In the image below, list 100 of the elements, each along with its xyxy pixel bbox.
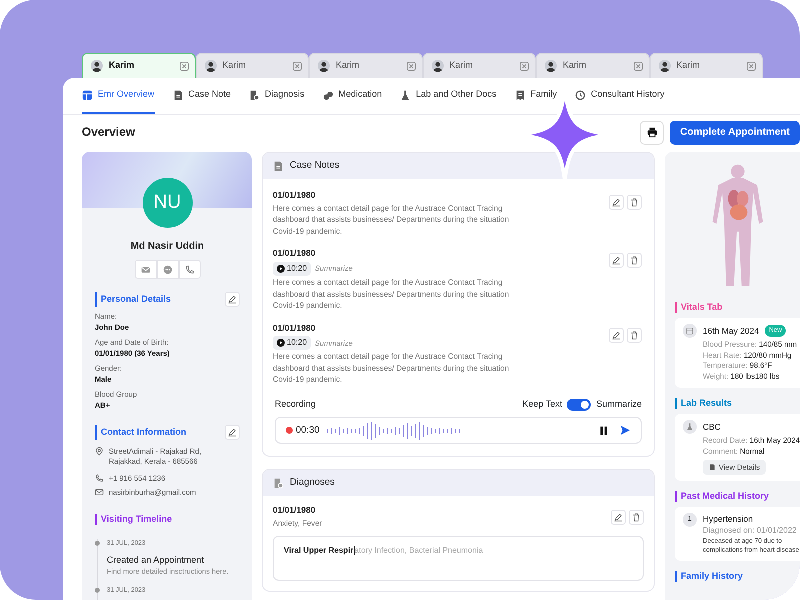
nav-tab[interactable]: Consultant History <box>575 78 665 114</box>
complete-appointment-button[interactable]: Complete Appointment <box>670 120 800 144</box>
section-title: Family History <box>681 570 744 582</box>
delete-button[interactable] <box>629 510 644 526</box>
location-pin-icon <box>95 447 104 456</box>
trash-icon <box>632 513 641 522</box>
edit-button[interactable] <box>611 510 626 526</box>
close-icon <box>180 62 188 70</box>
close-icon <box>406 62 416 70</box>
record-dot-icon <box>286 427 293 434</box>
call-button[interactable] <box>178 260 200 279</box>
delete-button[interactable] <box>627 328 642 342</box>
condition-name: Hypertension <box>703 513 754 526</box>
pencil-icon <box>228 295 237 304</box>
delete-button[interactable] <box>627 253 642 268</box>
edit-button[interactable] <box>609 328 624 342</box>
nav-tab[interactable]: Family <box>514 78 558 114</box>
lab-test-name: CBC <box>703 420 721 434</box>
play-icon <box>277 265 285 273</box>
summarize-label: Summarize <box>596 398 642 411</box>
edit-button[interactable] <box>225 425 240 440</box>
edit-button[interactable] <box>609 253 624 268</box>
trash-icon <box>630 330 639 340</box>
edit-button[interactable] <box>609 195 624 210</box>
document-icon <box>709 464 716 472</box>
card-title: Case Notes <box>290 158 340 173</box>
phone-icon <box>184 264 194 274</box>
avatar-icon <box>432 60 444 72</box>
nav-tab[interactable]: Emr Overview <box>82 78 155 114</box>
browser-tab[interactable]: Karim <box>196 53 309 78</box>
close-icon <box>520 62 529 70</box>
diagnosis-input[interactable]: Viral Upper Respiratory Infection, Bacterial Pneumonia <box>273 536 644 580</box>
browser-tab[interactable]: Karim <box>309 53 422 78</box>
clipboard-icon <box>273 478 284 489</box>
pencil-icon <box>612 256 621 266</box>
vitals-date: 16th May 2024 <box>703 324 760 338</box>
avatar-icon <box>91 60 103 72</box>
pills-icon <box>322 90 334 100</box>
audio-chip[interactable]: 10:20 <box>273 336 312 350</box>
section-title: Vitals Tab <box>681 302 724 313</box>
timeline-dot <box>95 541 100 546</box>
print-button[interactable] <box>640 120 664 144</box>
browser-tab[interactable]: Karim <box>650 53 763 78</box>
flask-icon <box>686 423 694 431</box>
diagnosis-date: 01/01/1980 <box>273 504 317 517</box>
trash-icon <box>630 256 639 266</box>
avatar-icon <box>545 60 557 72</box>
avatar-icon <box>318 60 330 72</box>
pencil-icon <box>612 330 621 340</box>
edit-button[interactable] <box>225 292 240 307</box>
summarize-toggle[interactable] <box>567 398 592 410</box>
recording-time: 00:30 <box>296 424 320 438</box>
section-title: Lab Results <box>681 398 734 409</box>
message-button[interactable] <box>156 260 178 279</box>
section-title: Past Medical History <box>681 491 770 502</box>
email-button[interactable] <box>134 260 156 279</box>
browser-tab[interactable]: Karim <box>422 53 536 78</box>
avatar-icon <box>658 60 670 72</box>
print-icon <box>646 127 658 138</box>
section-title: Personal Details <box>101 294 172 305</box>
browser-tab[interactable]: Karim <box>82 53 196 78</box>
timeline-event-title: Created an Appointment <box>107 554 206 567</box>
diagnosis-date: Diagnosed on: 01/01/2022 <box>703 526 798 536</box>
close-icon <box>747 62 756 70</box>
mail-icon <box>140 264 150 274</box>
delete-button[interactable] <box>627 195 642 210</box>
section-title: Contact Information <box>101 427 188 438</box>
card-title: Diagnoses <box>290 476 335 490</box>
flask-icon <box>400 90 412 100</box>
nav-tab[interactable]: Diagnosis <box>249 78 305 114</box>
clipboard-icon <box>249 90 260 100</box>
note-date: 01/01/1980 <box>273 189 317 202</box>
mail-icon <box>95 488 104 497</box>
avatar-circle: NU <box>142 178 192 228</box>
nav-tab[interactable]: Lab and Other Docs <box>400 78 497 114</box>
layout-icon <box>82 90 93 100</box>
nav-tab[interactable]: Case Note <box>172 78 232 114</box>
recording-label: Recording <box>275 398 318 411</box>
browser-tab[interactable]: Karim <box>536 53 650 78</box>
keep-text-label: Keep Text <box>522 398 562 411</box>
page-title: Overview <box>82 125 136 140</box>
pencil-icon <box>612 198 621 207</box>
phone-icon <box>95 474 104 483</box>
document-icon <box>172 90 184 100</box>
play-icon <box>277 339 285 348</box>
nav-tab[interactable]: Medication <box>322 78 382 114</box>
calendar-icon <box>686 327 694 335</box>
document-icon <box>273 160 284 172</box>
receipt-icon <box>514 90 526 100</box>
patient-name: Md Nasir Uddin <box>130 240 206 254</box>
pencil-icon <box>614 513 623 522</box>
note-date: 01/01/1980 <box>273 247 317 260</box>
pause-icon <box>599 426 609 436</box>
section-title: Visiting Timeline <box>101 514 174 525</box>
close-icon <box>293 62 302 70</box>
pencil-icon <box>228 428 237 437</box>
trash-icon <box>630 198 639 207</box>
note-date: 01/01/1980 <box>273 322 317 334</box>
audio-chip[interactable]: 10:20 <box>273 262 312 276</box>
clock-icon <box>575 90 586 100</box>
